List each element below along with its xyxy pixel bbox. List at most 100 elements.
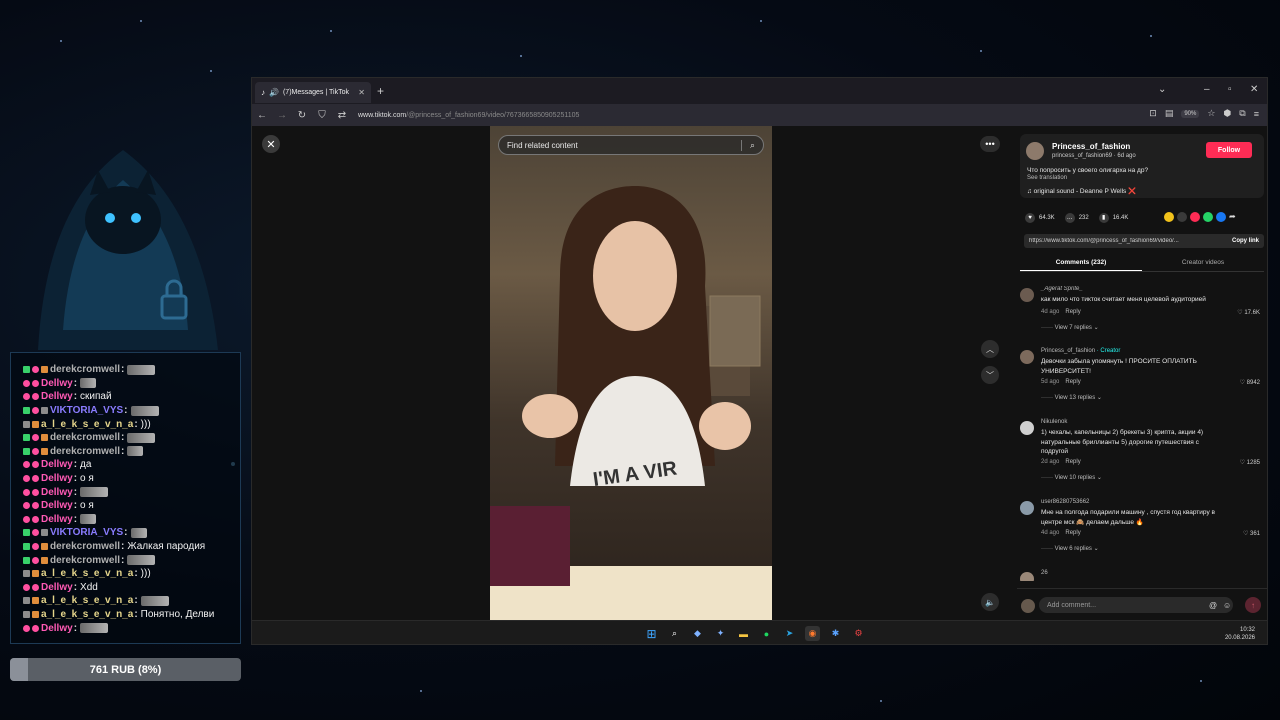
bookmark-star-icon[interactable]: ☆	[1207, 108, 1215, 119]
chat-username[interactable]: derekcromwell	[50, 432, 120, 443]
reload-icon[interactable]: ↻	[292, 110, 312, 121]
save-stat[interactable]: ▮ 16.4K	[1098, 213, 1128, 223]
see-translation-link[interactable]: See translation	[1027, 175, 1067, 181]
share-coin-icon[interactable]	[1164, 212, 1174, 222]
chat-username[interactable]: Dellwy	[41, 514, 73, 525]
app-icon[interactable]: ✦	[713, 626, 728, 641]
zoom-level[interactable]: 90%	[1181, 109, 1200, 118]
find-related-search[interactable]: Find related content ⌕	[498, 135, 764, 155]
reply-button[interactable]: Reply	[1065, 309, 1080, 315]
speaker-icon[interactable]: 🔊	[269, 88, 279, 97]
comment-likes[interactable]: ♡ 17.6K	[1237, 309, 1260, 316]
author-avatar[interactable]	[1026, 142, 1044, 160]
comment-username[interactable]: Nikulenok	[1041, 419, 1067, 425]
chat-username[interactable]: Dellwy	[41, 582, 73, 593]
chat-username[interactable]: derekcromwell	[50, 541, 120, 552]
chat-username[interactable]: Dellwy	[41, 459, 73, 470]
close-tab-icon[interactable]: ✕	[358, 88, 365, 97]
tab-list-icon[interactable]: ⌄	[1158, 84, 1166, 95]
search-icon[interactable]: ⌕	[667, 626, 682, 641]
translate-icon[interactable]: ⊡	[1149, 108, 1157, 119]
search-icon[interactable]: ⌕	[740, 139, 755, 151]
facebook-icon[interactable]	[1216, 212, 1226, 222]
chat-username[interactable]: a_l_e_k_s_e_v_n_a	[41, 419, 133, 430]
shield-icon[interactable]: ⛉	[312, 110, 332, 121]
chat-username[interactable]: Dellwy	[41, 487, 73, 498]
reader-icon[interactable]: ▤	[1165, 108, 1174, 119]
tab-creator-videos[interactable]: Creator videos	[1142, 256, 1264, 271]
app-icon[interactable]: ⚙	[851, 626, 866, 641]
menu-icon[interactable]: ≡	[1254, 109, 1259, 119]
volume-icon[interactable]: 🔈	[981, 593, 999, 611]
comment-likes[interactable]: ♡ 1285	[1240, 459, 1260, 466]
chat-username[interactable]: Dellwy	[41, 391, 73, 402]
video-player[interactable]: I'M A VIR Find related content ⌕	[490, 126, 772, 620]
taskbar-clock[interactable]: 10:32 20.08.2026	[1225, 626, 1255, 642]
embed-icon[interactable]	[1177, 212, 1187, 222]
post-comment-button[interactable]: ↑	[1245, 597, 1261, 613]
chat-username[interactable]: Dellwy	[41, 623, 73, 634]
chat-username[interactable]: Dellwy	[41, 378, 73, 389]
comment-avatar[interactable]	[1020, 501, 1034, 515]
tab-comments[interactable]: Comments (232)	[1020, 256, 1142, 271]
chat-username[interactable]: VIKTORIA_VYS	[50, 405, 123, 416]
extension-icon[interactable]: ⬢	[1223, 108, 1231, 119]
user-avatar[interactable]	[1021, 599, 1035, 613]
view-replies-button[interactable]: View 6 replies ⌄	[1041, 545, 1099, 552]
view-replies-button[interactable]: View 10 replies ⌄	[1041, 474, 1102, 481]
whatsapp-icon[interactable]	[1203, 212, 1213, 222]
extensions-icon[interactable]: ⧉	[1239, 108, 1245, 119]
like-stat[interactable]: ♥ 64.3K	[1025, 213, 1055, 223]
comment-likes[interactable]: ♡ 361	[1243, 530, 1260, 537]
new-tab-icon[interactable]: +	[377, 84, 384, 98]
more-options-button[interactable]: •••	[980, 136, 1000, 152]
maximize-icon[interactable]: ▫	[1228, 84, 1232, 95]
add-comment-input[interactable]: Add comment...	[1039, 597, 1233, 613]
firefox-icon[interactable]: ◉	[805, 626, 820, 641]
windows-start-icon[interactable]: ⊞	[644, 626, 659, 641]
file-explorer-icon[interactable]: ▬	[736, 626, 751, 641]
address-bar[interactable]: www.tiktok.com/@princess_of_fashion69/vi…	[358, 112, 579, 119]
share-arrow-icon[interactable]: ➦	[1229, 212, 1239, 222]
spotify-icon[interactable]: ●	[759, 626, 774, 641]
view-replies-button[interactable]: View 7 replies ⌄	[1041, 324, 1099, 331]
comment-username[interactable]: 26	[1041, 570, 1048, 576]
chat-username[interactable]: a_l_e_k_s_e_v_n_a	[41, 568, 133, 579]
back-icon[interactable]: ←	[252, 110, 272, 121]
follow-button[interactable]: Follow	[1206, 142, 1252, 158]
close-window-icon[interactable]: ✕	[1250, 84, 1258, 95]
send-to-friends-icon[interactable]	[1190, 212, 1200, 222]
close-video-button[interactable]: ✕	[262, 135, 280, 153]
comment-username[interactable]: Princess_of_fashion · Creator	[1041, 348, 1120, 354]
chat-username[interactable]: a_l_e_k_s_e_v_n_a	[41, 609, 133, 620]
next-video-button[interactable]: ﹀	[981, 366, 999, 384]
browser-tab[interactable]: ♪ 🔊 (7)Messages | TikTok ✕	[255, 82, 371, 103]
previous-video-button[interactable]: ︿	[981, 340, 999, 358]
author-name[interactable]: Princess_of_fashion	[1052, 142, 1130, 151]
video-link-text[interactable]: https://www.tiktok.com/@princess_of_fash…	[1029, 238, 1207, 244]
chat-username[interactable]: derekcromwell	[50, 555, 120, 566]
comment-username[interactable]: _Agerat Sprite_	[1041, 286, 1083, 292]
app-icon[interactable]: ◆	[690, 626, 705, 641]
chat-username[interactable]: a_l_e_k_s_e_v_n_a	[41, 595, 133, 606]
mention-icon[interactable]: @	[1209, 601, 1217, 610]
forward-icon[interactable]: →	[272, 110, 292, 121]
reply-button[interactable]: Reply	[1065, 459, 1080, 465]
sound-link[interactable]: ♫ original sound - Deanne P Wells ❌	[1027, 187, 1136, 195]
chat-username[interactable]: Dellwy	[41, 500, 73, 511]
comment-stat[interactable]: … 232	[1064, 213, 1089, 223]
copy-link-button[interactable]: Copy link	[1232, 238, 1259, 244]
chat-username[interactable]: Dellwy	[41, 473, 73, 484]
reply-button[interactable]: Reply	[1065, 530, 1080, 536]
telegram-icon[interactable]: ➤	[782, 626, 797, 641]
view-replies-button[interactable]: View 13 replies ⌄	[1041, 394, 1102, 401]
comment-avatar[interactable]	[1020, 288, 1034, 302]
emoji-icon[interactable]: ☺	[1223, 601, 1231, 610]
permissions-icon[interactable]: ⇄	[332, 110, 352, 121]
comment-username[interactable]: user86280753662	[1041, 499, 1089, 505]
comment-avatar[interactable]	[1020, 572, 1034, 581]
comment-likes[interactable]: ♡ 8942	[1240, 379, 1260, 386]
chat-username[interactable]: derekcromwell	[50, 364, 120, 375]
chat-username[interactable]: VIKTORIA_VYS	[50, 527, 123, 538]
reply-button[interactable]: Reply	[1065, 379, 1080, 385]
